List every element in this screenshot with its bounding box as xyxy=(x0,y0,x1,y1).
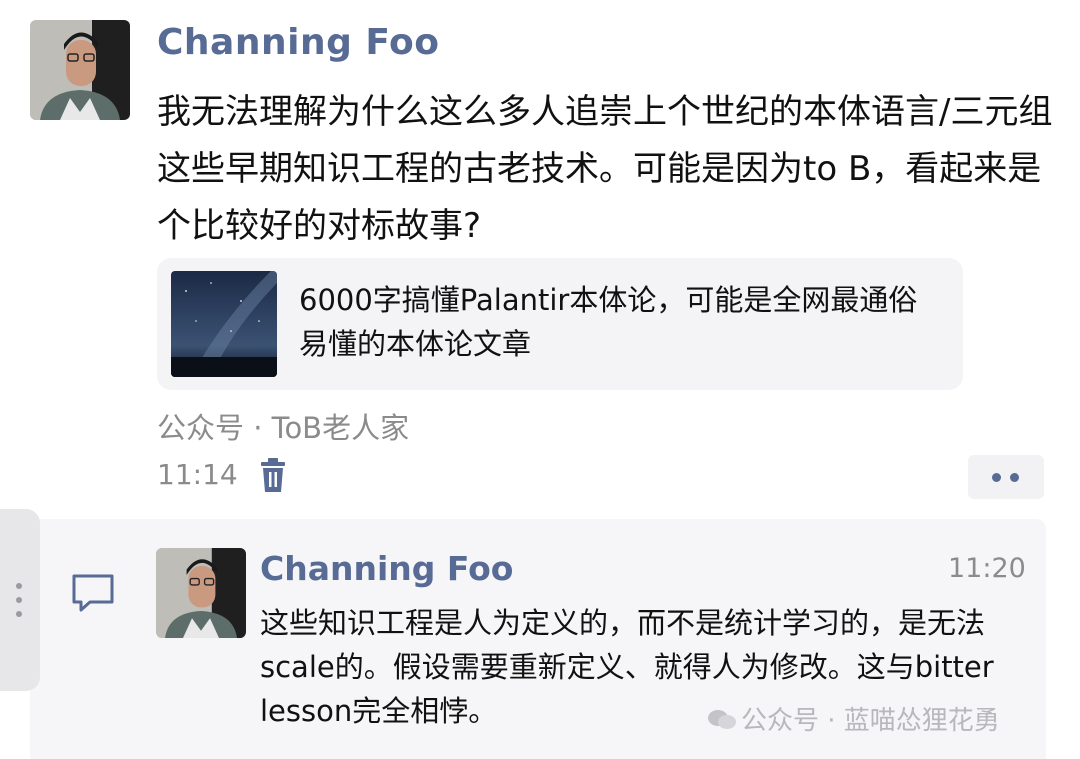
comment-author-avatar[interactable] xyxy=(156,548,246,638)
more-dot xyxy=(1010,473,1019,482)
handle-dot xyxy=(16,611,22,617)
article-source[interactable]: 公众号 · ToB老人家 xyxy=(157,405,409,447)
comment-time: 11:20 xyxy=(948,553,1026,584)
comment-bubble-icon[interactable] xyxy=(70,572,116,614)
shared-article-card[interactable]: 6000字搞懂Palantir本体论，可能是全网最通俗易懂的本体论文章 xyxy=(157,258,963,390)
post-text: 我无法理解为什么这么多人追崇上个世纪的本体语言/三元组这些早期知识工程的古老技术… xyxy=(157,92,1053,246)
article-thumbnail xyxy=(171,271,277,377)
handle-dot xyxy=(16,597,22,603)
post-time: 11:14 xyxy=(157,458,238,491)
more-dots-icon[interactable] xyxy=(968,455,1044,499)
article-title[interactable]: 6000字搞懂Palantir本体论，可能是全网最通俗易懂的本体论文章 xyxy=(299,278,939,366)
comment-author-name[interactable]: Channing Foo xyxy=(260,549,513,588)
handle-dot xyxy=(16,583,22,589)
post-author-name[interactable]: Channing Foo xyxy=(157,22,439,63)
side-drag-handle[interactable] xyxy=(0,509,40,691)
trash-icon[interactable] xyxy=(258,458,288,494)
watermark: 公众号 · 蓝喵怂狸花勇 xyxy=(707,700,1000,737)
post-author-avatar[interactable] xyxy=(30,20,130,120)
watermark-text: 公众号 · 蓝喵怂狸花勇 xyxy=(741,706,1000,736)
more-dot xyxy=(992,473,1001,482)
wechat-logo-icon xyxy=(707,708,737,732)
